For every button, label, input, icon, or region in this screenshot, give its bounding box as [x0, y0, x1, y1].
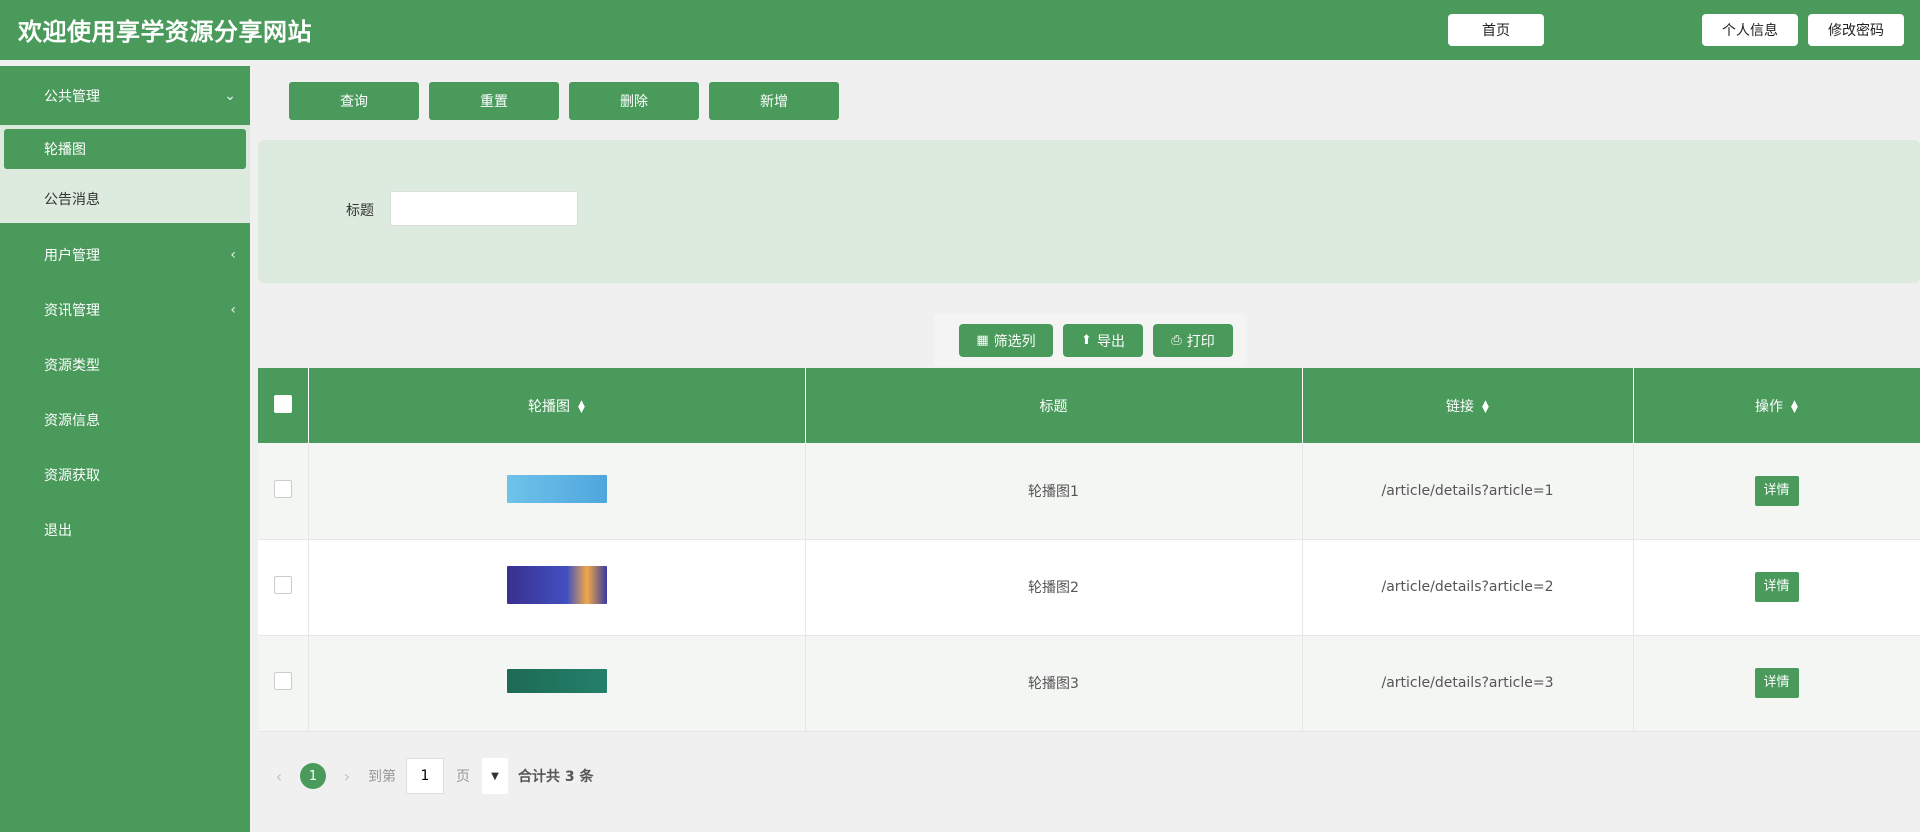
table-tools: ▦ 筛选列 ⬆ 导出 ⎙ 打印 [934, 313, 1246, 367]
carousel-thumbnail [506, 474, 607, 503]
title-cell: 轮播图3 [805, 635, 1303, 732]
filter-columns-button[interactable]: ▦ 筛选列 [959, 324, 1053, 357]
chevron-left-icon: ‹ [230, 301, 236, 318]
data-table: 轮播图 ▲ ▼ 标题 链接 ▲ ▼ 操作 ▲ ▼ 轮播图1 /article/details… [258, 368, 1920, 732]
title-cell: 轮播图1 [805, 443, 1303, 540]
carousel-image-cell [308, 635, 806, 732]
page-label: 页 [456, 769, 470, 785]
select-all-checkbox[interactable] [273, 394, 292, 413]
carousel-thumbnail [506, 669, 607, 693]
action-cell: 详情 [1633, 635, 1920, 732]
export-icon: ⬆ [1081, 333, 1092, 348]
delete-button[interactable]: 删除 [569, 82, 699, 120]
sidebar-group-label: 公共管理 [44, 88, 100, 105]
action-cell: 详情 [1633, 539, 1920, 636]
sidebar-group-label: 用户管理 [44, 247, 100, 264]
title-cell: 轮播图2 [805, 539, 1303, 636]
goto-page-input[interactable] [406, 758, 444, 794]
row-checkbox[interactable] [273, 479, 292, 498]
detail-button[interactable]: 详情 [1754, 572, 1799, 602]
export-label: 导出 [1096, 333, 1125, 350]
column-header-image[interactable]: 轮播图 ▲ ▼ [308, 368, 806, 443]
sidebar-menu-list: 用户管理 ‹ 资讯管理 ‹ 资源类型 资源信息 资源获取 退出 [0, 223, 250, 557]
goto-label: 到第 [368, 769, 396, 785]
printer-icon: ⎙ [1171, 333, 1182, 348]
chevron-down-icon: ▼ [491, 770, 499, 782]
detail-button[interactable]: 详情 [1754, 475, 1799, 506]
detail-button[interactable]: 详情 [1754, 668, 1799, 698]
action-cell: 详情 [1633, 443, 1920, 540]
table-row: 轮播图1 /article/details?article=1 详情 [258, 443, 1920, 540]
export-button[interactable]: ⬆ 导出 [1063, 324, 1143, 357]
print-button[interactable]: ⎙ 打印 [1153, 324, 1233, 357]
carousel-image-cell [308, 539, 806, 636]
page-number[interactable]: 1 [300, 763, 326, 789]
column-header-action[interactable]: 操作 ▲ ▼ [1633, 368, 1920, 443]
reset-button[interactable]: 重置 [429, 82, 559, 120]
link-cell: /article/details?article=1 [1302, 443, 1634, 540]
columns-icon: ▦ [976, 333, 989, 348]
link-cell: /article/details?article=2 [1302, 539, 1634, 636]
select-all-cell [258, 368, 309, 443]
prev-page-icon[interactable]: ‹ [264, 767, 294, 786]
next-page-icon[interactable]: › [332, 767, 362, 786]
row-select-cell [258, 635, 309, 732]
row-checkbox[interactable] [273, 576, 292, 594]
sidebar-submenu: 轮播图 公告消息 [0, 125, 250, 223]
sidebar-group-public[interactable]: 公共管理 ⌄ [0, 66, 250, 125]
sidebar-group-news[interactable]: 资讯管理 ‹ [0, 282, 250, 337]
sidebar-group-label: 资讯管理 [44, 302, 100, 319]
chevron-down-icon: ⌄ [224, 87, 236, 104]
top-header: 欢迎使用享学资源分享网站 首页 个人信息 修改密码 [0, 0, 1920, 60]
sidebar-item-resource-get[interactable]: 资源获取 [0, 447, 250, 502]
table-row: 轮播图3 /article/details?article=3 详情 [258, 635, 1920, 732]
change-password-button[interactable]: 修改密码 [1808, 14, 1904, 46]
search-panel: 标题 [258, 140, 1920, 283]
carousel-thumbnail [506, 566, 607, 604]
row-checkbox[interactable] [273, 672, 292, 690]
sidebar-item-carousel[interactable]: 轮播图 [4, 129, 246, 169]
print-label: 打印 [1186, 333, 1215, 350]
filter-columns-label: 筛选列 [993, 333, 1036, 350]
profile-button[interactable]: 个人信息 [1702, 14, 1798, 46]
column-header-title: 标题 [805, 368, 1303, 443]
row-select-cell [258, 443, 309, 540]
query-button[interactable]: 查询 [289, 82, 419, 120]
pagination: ‹ 1 › 到第 页 ▼ 合计共 3 条 [264, 758, 594, 794]
site-title: 欢迎使用享学资源分享网站 [18, 18, 312, 46]
sidebar-item-resource-info[interactable]: 资源信息 [0, 392, 250, 447]
sidebar-group-users[interactable]: 用户管理 ‹ [0, 227, 250, 282]
sidebar-item-resource-type[interactable]: 资源类型 [0, 337, 250, 392]
home-button[interactable]: 首页 [1448, 14, 1544, 46]
link-cell: /article/details?article=3 [1302, 635, 1634, 732]
sidebar-item-logout[interactable]: 退出 [0, 502, 250, 557]
sort-icon[interactable]: ▲ ▼ [1482, 399, 1489, 414]
sort-icon[interactable]: ▲ ▼ [1791, 399, 1798, 414]
sidebar-item-notice[interactable]: 公告消息 [4, 179, 246, 219]
sidebar: 公共管理 ⌄ 轮播图 公告消息 用户管理 ‹ 资讯管理 ‹ 资源类型 资源信息 … [0, 66, 250, 832]
column-header-label: 标题 [1039, 398, 1068, 415]
title-search-input[interactable] [390, 191, 578, 226]
chevron-left-icon: ‹ [230, 246, 236, 263]
row-select-cell [258, 539, 309, 636]
table-row: 轮播图2 /article/details?article=2 详情 [258, 539, 1920, 636]
title-label: 标题 [346, 203, 374, 219]
column-header-label: 链接 [1446, 398, 1475, 415]
column-header-label: 操作 [1755, 398, 1784, 415]
add-button[interactable]: 新增 [709, 82, 839, 120]
sort-icon[interactable]: ▲ ▼ [578, 399, 585, 414]
carousel-image-cell [308, 443, 806, 540]
page-size-select[interactable]: ▼ [482, 758, 508, 794]
table-header-row: 轮播图 ▲ ▼ 标题 链接 ▲ ▼ 操作 ▲ ▼ [258, 368, 1920, 443]
column-header-label: 轮播图 [528, 398, 571, 415]
total-count: 合计共 3 条 [518, 769, 594, 785]
column-header-link[interactable]: 链接 ▲ ▼ [1302, 368, 1634, 443]
